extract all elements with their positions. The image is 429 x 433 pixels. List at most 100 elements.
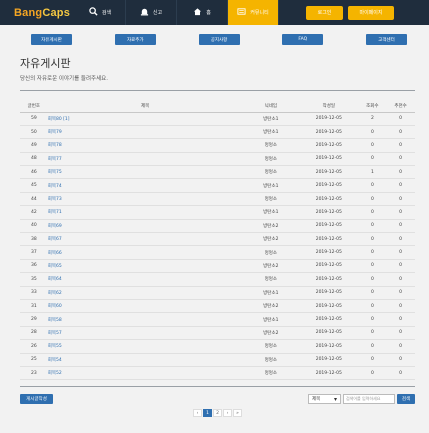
post-title-cell: 회목69 (47, 219, 243, 234)
page-prev[interactable]: ‹ (193, 409, 202, 418)
subnav-add-data-button[interactable]: 자료추가 (114, 34, 156, 45)
post-views-cell: 2 (358, 112, 387, 126)
page-2[interactable]: 2 (213, 409, 222, 418)
write-post-button[interactable]: 게시글작성 (20, 394, 53, 405)
post-nickname-cell: 방탄소1 (242, 112, 300, 126)
post-likes-cell: 0 (386, 312, 415, 327)
post-title-link[interactable]: 회목65 (48, 264, 62, 269)
nav-search-label: 검색 (101, 10, 112, 16)
post-likes-cell: 0 (386, 112, 415, 126)
subnav-faq-button[interactable]: FAQ (282, 34, 324, 45)
post-title-link[interactable]: 회목66 (48, 251, 62, 256)
post-date-cell: 2019-12-05 (299, 259, 359, 274)
post-likes-cell: 0 (386, 366, 415, 381)
nav-report-label: 신고 (152, 10, 163, 16)
page-last[interactable]: » (233, 409, 242, 418)
mypage-button[interactable]: 마이페이지 (348, 5, 394, 20)
post-views-cell: 0 (358, 259, 387, 274)
table-row[interactable]: 23 회목52 멍멍소 2019-12-05 0 0 (20, 366, 415, 381)
table-row[interactable]: 35 회목64 멍멍소 2019-12-05 0 0 (20, 272, 415, 287)
table-row[interactable]: 59 회목80 [1] 방탄소1 2019-12-05 2 0 (20, 112, 415, 126)
post-views-cell: 0 (358, 232, 387, 247)
table-row[interactable]: 48 회목77 멍멍소 2019-12-05 0 0 (20, 152, 415, 167)
table-row[interactable]: 49 회목78 멍멍소 2019-12-05 0 0 (20, 138, 415, 153)
post-number-cell: 35 (20, 272, 48, 287)
post-title-link[interactable]: 회목73 (48, 197, 62, 202)
post-title-link[interactable]: 회목77 (48, 157, 62, 162)
table-row[interactable]: 42 회목71 방탄소1 2019-12-05 0 0 (20, 205, 415, 220)
subnav-support-button[interactable]: 고객센터 (366, 34, 407, 45)
post-title-link[interactable]: 회목57 (48, 331, 62, 336)
post-title-link[interactable]: 회목78 (48, 143, 62, 148)
post-title-link[interactable]: 회목55 (48, 344, 62, 349)
post-title-link[interactable]: 회목71 (48, 210, 62, 215)
post-title-link[interactable]: 회목52 (48, 371, 62, 376)
post-likes-cell: 0 (386, 339, 415, 354)
post-title-link[interactable]: 회목62 (48, 291, 62, 296)
post-views-cell: 0 (358, 272, 387, 287)
table-row[interactable]: 25 회목54 멍멍소 2019-12-05 0 0 (20, 353, 415, 367)
table-row[interactable]: 50 회목79 방탄소1 2019-12-05 0 0 (20, 125, 415, 140)
post-likes-cell: 0 (386, 272, 415, 287)
header-date: 작성일 (299, 101, 359, 113)
post-views-cell: 0 (358, 178, 387, 193)
post-nickname-cell: 멍멍소 (242, 245, 300, 260)
table-row[interactable]: 33 회목62 방탄소1 2019-12-05 0 0 (20, 286, 415, 300)
header-likes: 추천수 (386, 101, 415, 113)
subnav-free-board-button[interactable]: 자유게시판 (31, 34, 72, 45)
nav-community-label: 커뮤니티 (250, 10, 269, 16)
header-nickname: 닉네임 (242, 101, 300, 113)
post-date-cell: 2019-12-05 (299, 232, 359, 247)
post-title-link[interactable]: 회목64 (48, 277, 62, 282)
page-1[interactable]: 1 (203, 409, 212, 418)
table-row[interactable]: 45 회목74 방탄소1 2019-12-05 0 0 (20, 178, 415, 193)
subnav-notice-button[interactable]: 공지사항 (198, 34, 240, 45)
post-views-cell: 0 (358, 152, 387, 167)
post-title-link[interactable]: 회목60 (48, 304, 62, 309)
top-navigation-bar: BangCaps 검색 신고 홈 커뮤니티 로그인 마이페이지 (0, 0, 429, 25)
post-title-link[interactable]: 회목75 (48, 170, 62, 175)
nav-report[interactable]: 신고 (126, 0, 177, 25)
table-row[interactable]: 26 회목55 멍멍소 2019-12-05 0 0 (20, 339, 415, 354)
nav-home[interactable]: 홈 (177, 0, 228, 25)
post-title-link[interactable]: 회목58 (48, 318, 62, 323)
table-row[interactable]: 31 회목60 방탄소2 2019-12-05 0 0 (20, 299, 415, 314)
page-next[interactable]: › (223, 409, 232, 418)
table-row[interactable]: 29 회목58 방탄소1 2019-12-05 0 0 (20, 312, 415, 327)
nav-home-label: 홈 (206, 10, 211, 16)
table-row[interactable]: 38 회목67 방탄소2 2019-12-05 0 0 (20, 232, 415, 247)
post-nickname-cell: 방탄소1 (242, 205, 300, 220)
post-likes-cell: 0 (386, 286, 415, 300)
nav-search[interactable]: 검색 (75, 0, 126, 25)
post-title-link[interactable]: 회목54 (48, 358, 62, 363)
post-nickname-cell: 방탄소2 (242, 326, 300, 341)
post-date-cell: 2019-12-05 (299, 366, 359, 381)
search-field-select[interactable]: 제목 ▾ (308, 394, 341, 405)
table-row[interactable]: 46 회목75 멍멍소 2019-12-05 1 0 (20, 165, 415, 180)
search-button[interactable]: 검색 (397, 394, 415, 405)
table-row[interactable]: 37 회목66 멍멍소 2019-12-05 0 0 (20, 245, 415, 260)
post-nickname-cell: 멍멍소 (242, 272, 300, 287)
table-row[interactable]: 36 회목65 방탄소2 2019-12-05 0 0 (20, 259, 415, 274)
nav-community[interactable]: 커뮤니티 (228, 0, 279, 25)
post-likes-cell: 0 (386, 219, 415, 234)
post-date-cell: 2019-12-05 (299, 192, 359, 207)
login-button[interactable]: 로그인 (306, 5, 343, 20)
post-nickname-cell: 방탄소2 (242, 232, 300, 247)
post-title-link[interactable]: 회목79 (48, 130, 62, 135)
post-likes-cell: 0 (386, 192, 415, 207)
table-row[interactable]: 44 회목73 멍멍소 2019-12-05 0 0 (20, 192, 415, 207)
post-title-link[interactable]: 회목69 (48, 224, 62, 229)
post-title-link[interactable]: 회목74 (48, 184, 62, 189)
post-title-link[interactable]: 회목67 (48, 237, 62, 242)
post-number-cell: 44 (20, 192, 48, 207)
table-row[interactable]: 28 회목57 방탄소2 2019-12-05 0 0 (20, 326, 415, 341)
post-title-cell: 회목71 (47, 205, 243, 220)
post-title-cell: 회목55 (47, 339, 243, 354)
post-title-cell: 회목78 (47, 138, 243, 153)
community-icon (237, 7, 246, 18)
table-row[interactable]: 40 회목69 방탄소2 2019-12-05 0 0 (20, 219, 415, 234)
post-title-link[interactable]: 회목80 [1] (48, 117, 70, 122)
logo[interactable]: BangCaps (0, 7, 75, 19)
search-input[interactable]: 검색어를 입력하세요 (343, 394, 395, 405)
